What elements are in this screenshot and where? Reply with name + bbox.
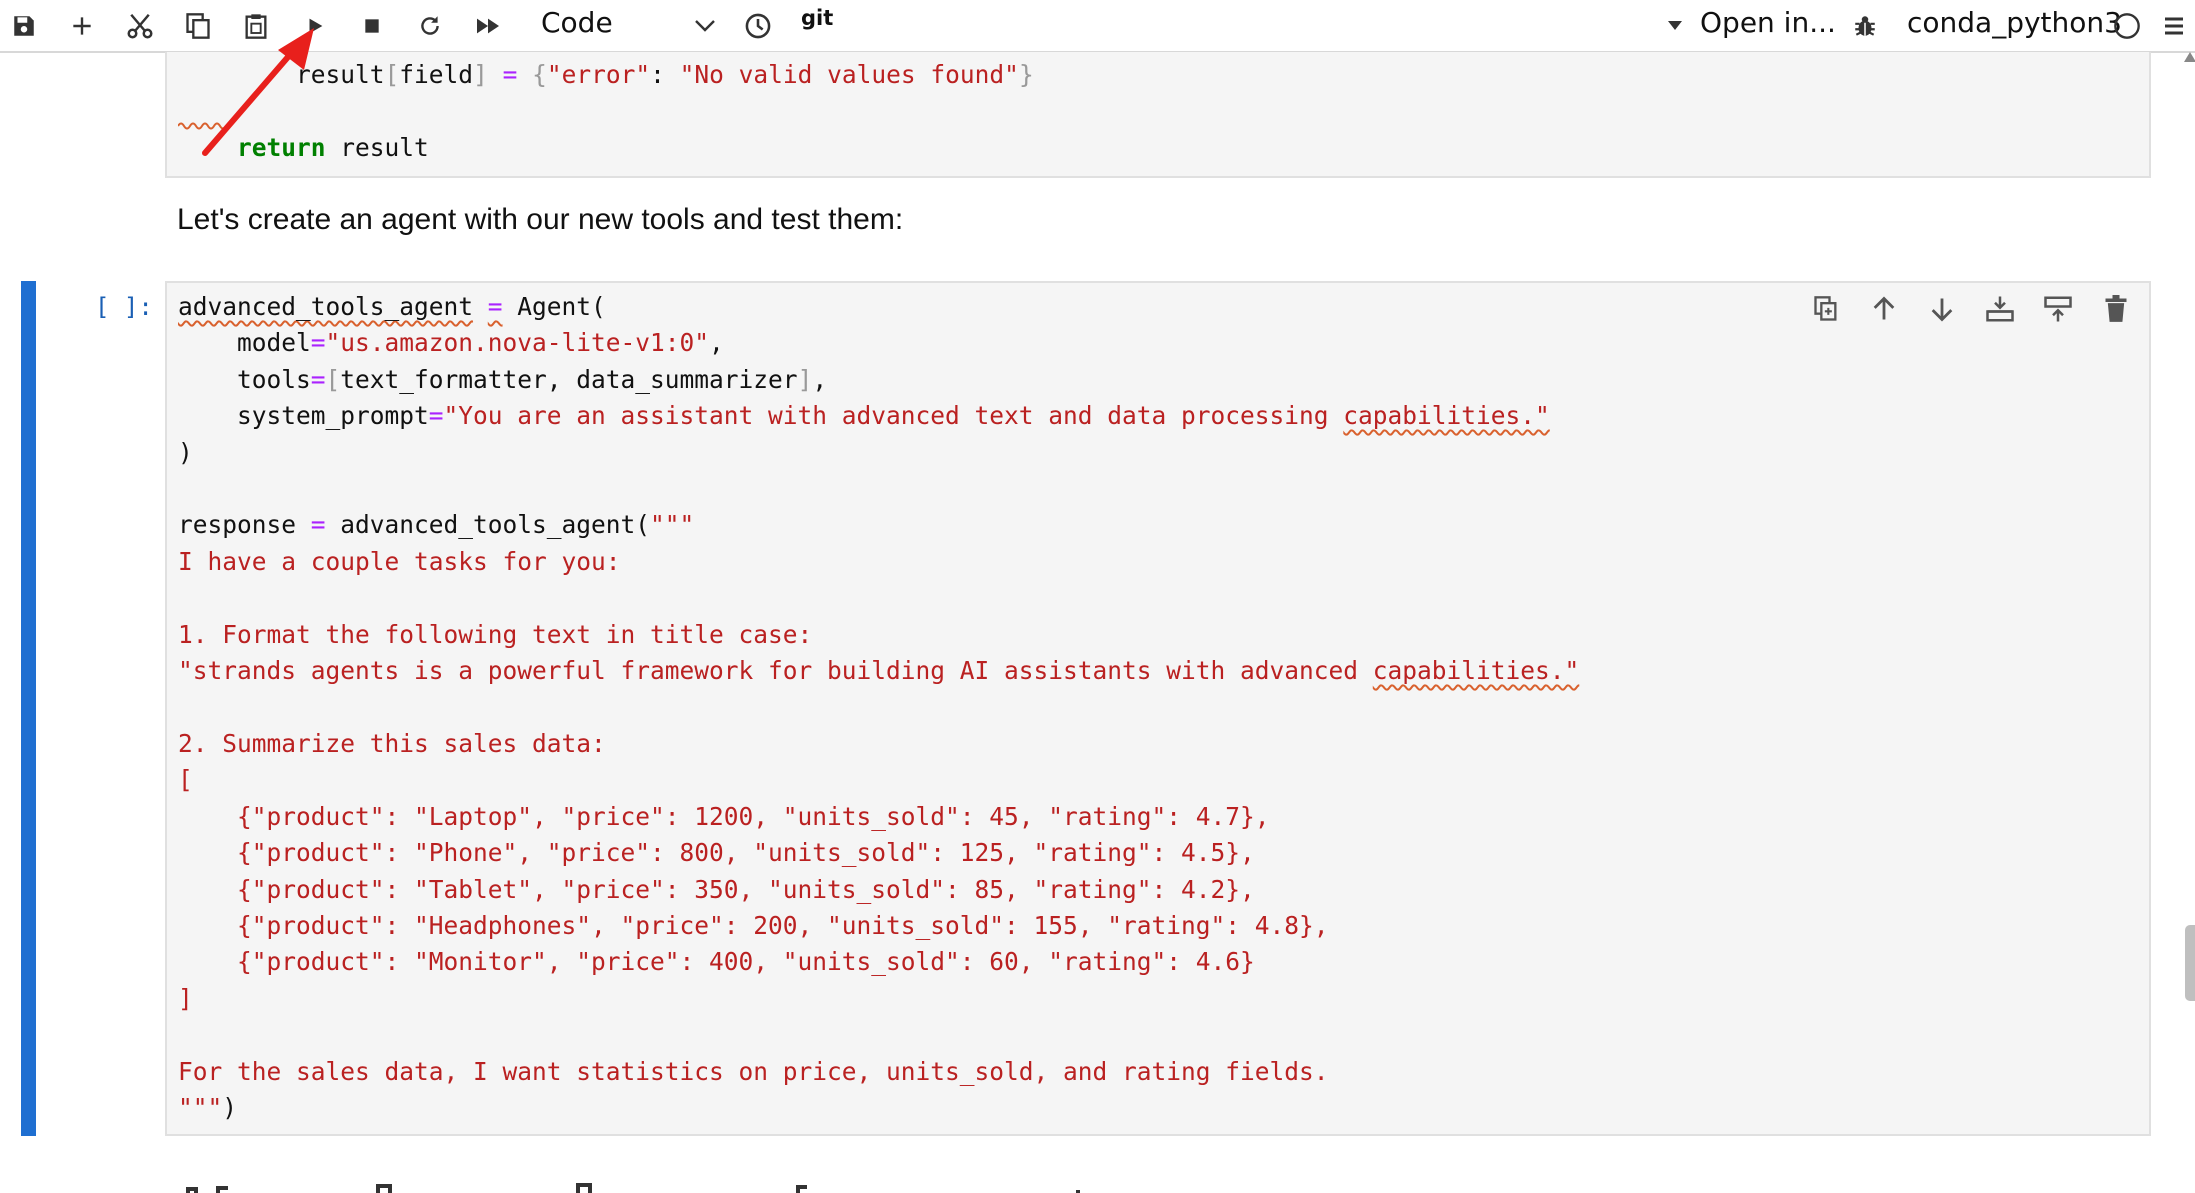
kernel-status-idle-icon xyxy=(2105,6,2149,46)
git-button[interactable]: git xyxy=(801,6,833,30)
menu-icon[interactable] xyxy=(2152,6,2195,46)
active-cell-indicator xyxy=(21,281,36,1136)
clock-icon[interactable] xyxy=(736,6,780,46)
dropdown-caret-icon[interactable] xyxy=(1663,6,1687,46)
insert-below-icon[interactable] xyxy=(1978,287,2022,331)
fast-forward-icon[interactable] xyxy=(466,6,510,46)
annotation-arrow xyxy=(202,28,314,156)
active-cell-source[interactable]: advanced_tools_agent = Agent( model="us.… xyxy=(178,289,1579,1126)
add-cell-icon[interactable] xyxy=(60,6,104,46)
markdown-text: Let's create an agent with our new tools… xyxy=(177,203,904,236)
stop-icon[interactable] xyxy=(350,6,394,46)
bug-icon[interactable] xyxy=(1843,6,1887,46)
delete-icon[interactable] xyxy=(2094,287,2138,331)
move-down-icon[interactable] xyxy=(1920,287,1964,331)
cut-icon[interactable] xyxy=(118,6,162,46)
restart-icon[interactable] xyxy=(408,6,452,46)
scrollbar-thumb[interactable] xyxy=(2185,925,2195,1001)
insert-above-icon[interactable] xyxy=(2036,287,2080,331)
move-up-icon[interactable] xyxy=(1862,287,1906,331)
next-cell-heading-cutoff xyxy=(178,1180,1098,1193)
cell-type-select-value[interactable]: Code xyxy=(541,6,613,39)
kernel-name[interactable]: conda_python3 xyxy=(1907,6,2122,39)
scroll-up-arrow-icon[interactable] xyxy=(2184,52,2195,62)
chevron-down-icon[interactable] xyxy=(683,6,727,46)
open-in-menu[interactable]: Open in... xyxy=(1700,6,1836,39)
save-icon[interactable] xyxy=(2,6,46,46)
cell-execution-prompt: [ ]: xyxy=(95,293,153,321)
duplicate-cell-icon[interactable] xyxy=(1804,287,1848,331)
